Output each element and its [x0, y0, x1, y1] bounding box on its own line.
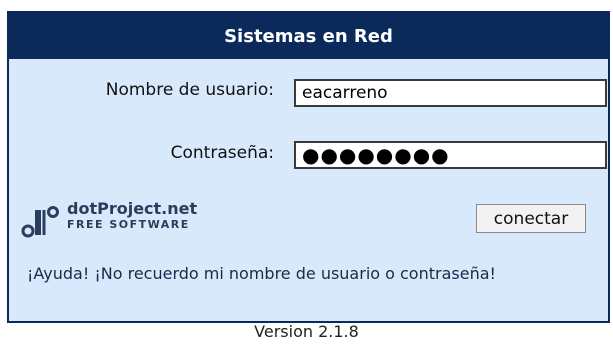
connect-button[interactable]: conectar	[476, 204, 586, 233]
username-label: Nombre de usuario:	[105, 80, 274, 100]
login-panel: Sistemas en Red Nombre de usuario: eacar…	[7, 11, 610, 323]
logo-text: dotProject.net FREE SOFTWARE	[67, 200, 197, 232]
password-input[interactable]: ●●●●●●●●	[294, 141, 607, 169]
dotproject-logo[interactable]: dotProject.net FREE SOFTWARE	[21, 200, 197, 240]
password-label: Contraseña:	[170, 143, 274, 163]
dotproject-logo-icon	[21, 200, 61, 240]
password-mask: ●●●●●●●●	[302, 143, 450, 167]
username-value: eacarreno	[302, 83, 388, 103]
username-row: Nombre de usuario:	[9, 80, 274, 100]
version-label: Version 2.1.8	[254, 322, 359, 341]
username-input[interactable]: eacarreno	[294, 79, 607, 107]
password-row: Contraseña:	[9, 143, 274, 163]
logo-subtitle: FREE SOFTWARE	[67, 218, 190, 231]
forgot-credentials-link[interactable]: ¡Ayuda! ¡No recuerdo mi nombre de usuari…	[27, 262, 547, 286]
panel-title: Sistemas en Red	[224, 25, 393, 47]
panel-header: Sistemas en Red	[9, 13, 608, 59]
logo-title: dotProject.net	[67, 199, 198, 218]
